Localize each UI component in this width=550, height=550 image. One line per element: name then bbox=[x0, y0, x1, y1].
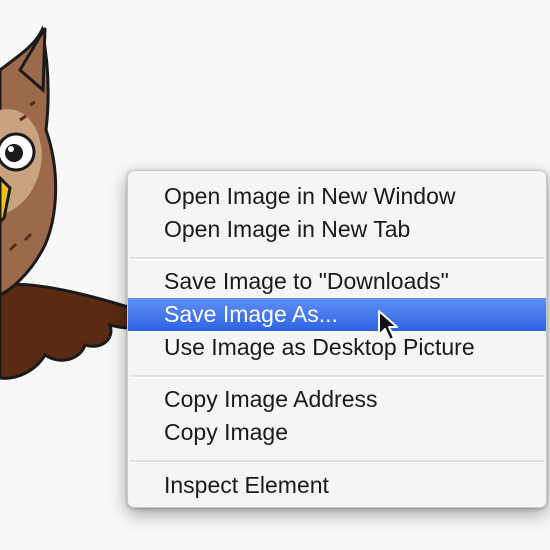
owl-eye-pupil bbox=[5, 144, 23, 162]
menu-item-open-image-new-tab[interactable]: Open Image in New Tab bbox=[128, 213, 546, 246]
arrow-cursor-icon bbox=[378, 310, 398, 341]
menu-item-inspect-element[interactable]: Inspect Element bbox=[128, 469, 546, 502]
menu-item-copy-image-address[interactable]: Copy Image Address bbox=[128, 383, 546, 416]
menu-item-use-image-as-desktop-picture[interactable]: Use Image as Desktop Picture bbox=[128, 331, 546, 364]
menu-separator bbox=[130, 375, 544, 378]
screenshot-stage: Open Image in New Window Open Image in N… bbox=[0, 0, 550, 550]
context-menu: Open Image in New Window Open Image in N… bbox=[127, 170, 547, 508]
menu-separator bbox=[130, 257, 544, 260]
menu-separator bbox=[130, 460, 544, 463]
menu-item-save-image-as[interactable]: Save Image As... bbox=[128, 298, 546, 331]
owl-eye-glint bbox=[8, 146, 14, 152]
menu-item-copy-image[interactable]: Copy Image bbox=[128, 416, 546, 449]
menu-item-save-image-to-downloads[interactable]: Save Image to "Downloads" bbox=[128, 265, 546, 298]
menu-item-open-image-new-window[interactable]: Open Image in New Window bbox=[128, 180, 546, 213]
